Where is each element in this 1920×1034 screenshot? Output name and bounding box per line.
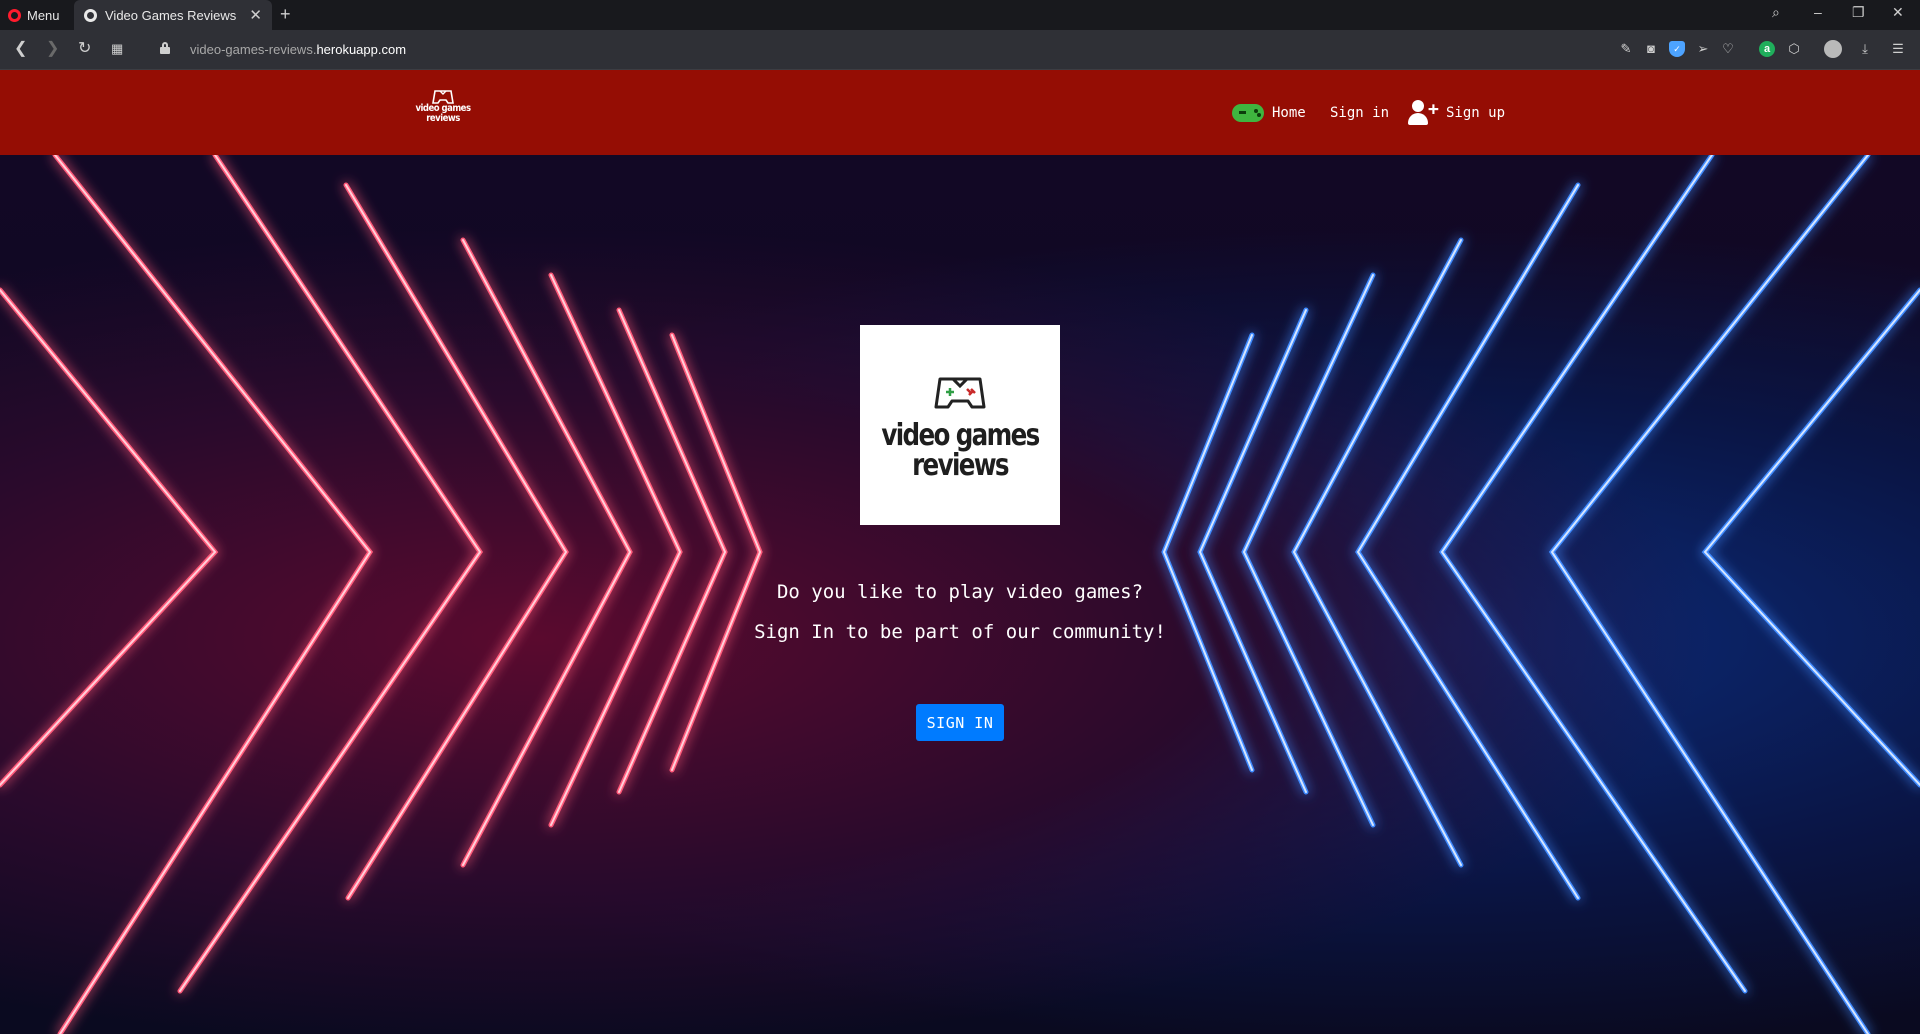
new-tab-button[interactable]: + <box>280 4 291 25</box>
hero-invitation: Sign In to be part of our community! <box>754 621 1166 643</box>
url-domain: herokuapp.com <box>316 42 407 57</box>
globe-icon <box>84 8 97 22</box>
url-prefix: video-games-reviews. <box>190 42 317 57</box>
extension-a-icon[interactable]: a <box>1759 41 1775 57</box>
tab-close-icon[interactable]: ✕ <box>249 6 262 24</box>
brand-logo-link[interactable]: video games reviews <box>410 90 476 136</box>
browser-tab-bar: Menu Video Games Reviews ✕ + ⌕ – ❐ ✕ <box>0 0 1920 30</box>
sign-in-button[interactable]: SIGN IN <box>916 704 1004 741</box>
easy-setup-icon[interactable]: ☰ <box>1890 41 1906 57</box>
user-plus-icon: + <box>1408 99 1440 127</box>
gamepad-logo-icon <box>432 90 454 104</box>
nav-home-label: Home <box>1272 105 1306 121</box>
edit-icon[interactable]: ✎ <box>1618 41 1634 57</box>
reload-icon[interactable]: ↻ <box>78 39 91 59</box>
browser-tab-active[interactable]: Video Games Reviews ✕ <box>74 0 272 30</box>
nav-sign-up[interactable]: + Sign up <box>1408 98 1505 128</box>
camera-icon[interactable]: ◙ <box>1643 41 1659 57</box>
site-header: video games reviews Home Sign in + Sign … <box>0 70 1920 155</box>
send-icon[interactable]: ➢ <box>1695 41 1711 57</box>
hero-logo-line1: video games <box>881 418 1040 453</box>
opera-logo-icon <box>8 8 21 22</box>
back-icon[interactable]: ❮ <box>14 39 27 59</box>
nav-sign-in[interactable]: Sign in <box>1330 98 1389 128</box>
hero-logo: video games reviews <box>860 325 1060 525</box>
close-window-icon[interactable]: ✕ <box>1892 4 1904 21</box>
brand-line2: reviews <box>426 113 460 124</box>
url-field[interactable]: video-games-reviews.herokuapp.com <box>190 42 406 57</box>
browser-menu-label: Menu <box>27 7 60 23</box>
shield-icon[interactable]: ✓ <box>1669 41 1685 57</box>
forward-icon[interactable]: ❯ <box>46 39 59 59</box>
browser-menu-button[interactable]: Menu <box>8 6 60 24</box>
heart-icon[interactable]: ♡ <box>1720 41 1736 57</box>
nav-sign-in-label: Sign in <box>1330 105 1390 121</box>
profile-avatar-icon[interactable] <box>1824 40 1842 58</box>
search-icon[interactable]: ⌕ <box>1772 4 1780 21</box>
browser-address-bar: ❮ ❯ ↻ ▦ video-games-reviews.herokuapp.co… <box>0 30 1920 70</box>
lock-icon <box>160 42 170 54</box>
hero-section: video games reviews Do you like to play … <box>0 155 1920 1034</box>
gamepad-icon <box>1232 104 1264 122</box>
cube-icon[interactable]: ⬡ <box>1786 41 1802 57</box>
restore-icon[interactable]: ❐ <box>1852 4 1865 21</box>
hero-logo-line2: reviews <box>912 448 1010 483</box>
minimize-icon[interactable]: – <box>1814 4 1822 20</box>
nav-sign-up-label: Sign up <box>1446 105 1506 121</box>
gamepad-logo-icon <box>934 377 986 409</box>
hero-question: Do you like to play video games? <box>776 581 1144 603</box>
tabs-grid-icon[interactable]: ▦ <box>111 39 123 59</box>
tab-title: Video Games Reviews <box>105 7 237 23</box>
nav-home[interactable]: Home <box>1232 98 1306 128</box>
download-icon[interactable]: ⤓ <box>1857 41 1873 57</box>
